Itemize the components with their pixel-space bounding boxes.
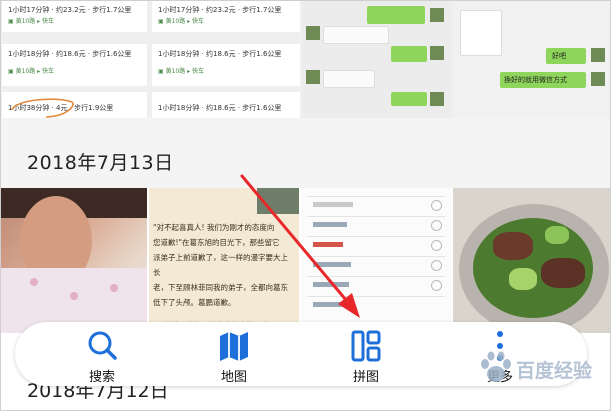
watermark: 百度经验: [476, 348, 604, 388]
gallery-screen: 1小时17分钟 · 约23.2元 · 步行1.7公里 ▣ 黄10路 ▸ 快车 1…: [0, 0, 611, 411]
watermark-text: 百度经验: [516, 360, 593, 382]
paw-logo-icon: [481, 351, 511, 382]
